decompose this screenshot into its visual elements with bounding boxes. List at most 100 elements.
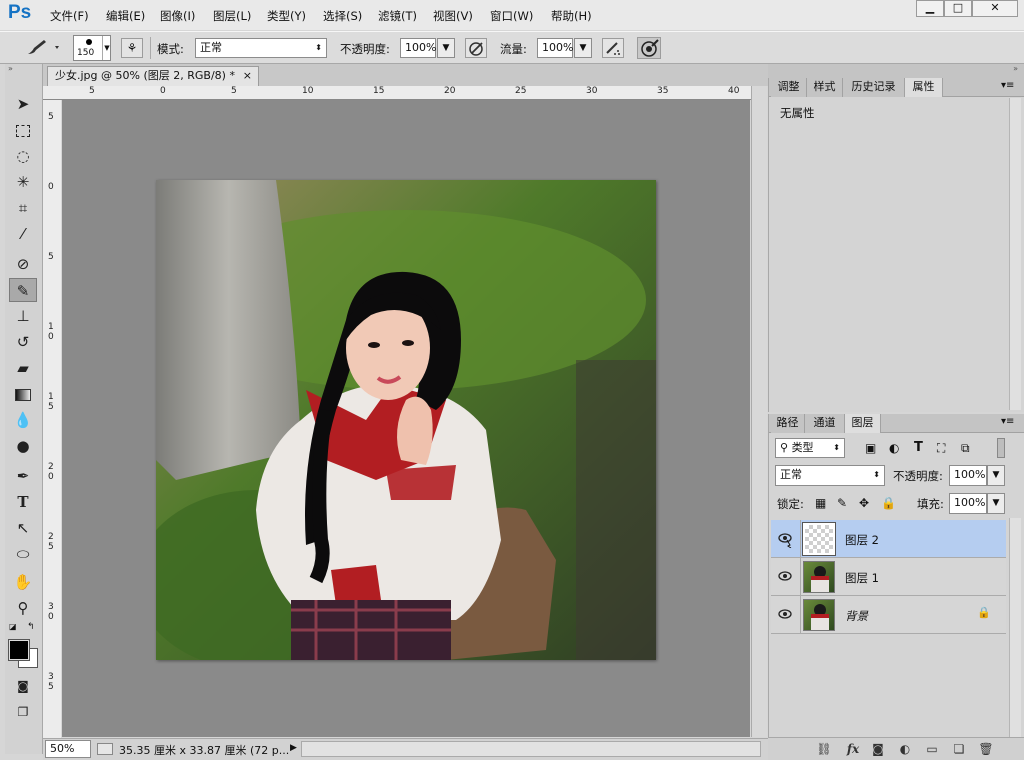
brush-tool[interactable]: ✎ bbox=[9, 278, 37, 302]
lasso-tool[interactable]: ◌ bbox=[9, 144, 37, 168]
quick-mask-button[interactable]: ◙ bbox=[9, 674, 37, 698]
layer-style-icon[interactable]: fx bbox=[845, 742, 861, 756]
type-tool[interactable]: T bbox=[9, 490, 37, 514]
new-layer-icon[interactable]: ❏ bbox=[951, 742, 967, 756]
blur-tool[interactable]: 💧 bbox=[9, 408, 37, 432]
link-layers-icon[interactable]: ⛓ bbox=[816, 742, 832, 756]
pressure-size-button[interactable] bbox=[637, 37, 661, 59]
minimize-button[interactable]: ▁ bbox=[916, 0, 944, 17]
visibility-toggle[interactable] bbox=[771, 596, 801, 634]
tab-layers[interactable]: 图层 bbox=[845, 414, 881, 433]
tab-properties[interactable]: 属性 bbox=[905, 78, 943, 97]
layer-opacity-dropdown[interactable]: ▼ bbox=[987, 465, 1005, 486]
history-brush-tool[interactable]: ↺ bbox=[9, 330, 37, 354]
crop-tool[interactable]: ⌗ bbox=[9, 196, 37, 220]
maximize-button[interactable]: □ bbox=[944, 0, 972, 17]
menu-filter[interactable]: 滤镜(T) bbox=[378, 8, 417, 24]
panel-menu-icon[interactable]: ▾≡ bbox=[1001, 416, 1014, 427]
menu-image[interactable]: 图像(I) bbox=[160, 8, 195, 24]
tab-history[interactable]: 历史记录 bbox=[843, 78, 905, 97]
gradient-tool[interactable] bbox=[9, 382, 37, 406]
airbrush-button[interactable] bbox=[602, 38, 624, 58]
lock-position-icon[interactable]: ✥ bbox=[859, 496, 869, 510]
menu-edit[interactable]: 编辑(E) bbox=[106, 8, 145, 24]
filter-shape-icon[interactable]: ⛶ bbox=[937, 441, 945, 456]
pen-tool[interactable]: ✒ bbox=[9, 464, 37, 488]
pressure-opacity-button[interactable] bbox=[465, 38, 487, 58]
filter-adjustment-icon[interactable]: ◐ bbox=[889, 441, 899, 455]
collapse-icon[interactable]: » bbox=[1013, 64, 1018, 73]
filter-pixel-icon[interactable]: ▣ bbox=[865, 441, 876, 455]
properties-scrollbar[interactable] bbox=[1009, 98, 1021, 410]
clone-stamp-tool[interactable]: ⊥ bbox=[9, 304, 37, 328]
layer-row-background[interactable]: 背景 🔒 bbox=[771, 596, 1006, 634]
lock-pixels-icon[interactable]: ✎ bbox=[837, 496, 847, 510]
adjustment-layer-icon[interactable]: ◐ bbox=[897, 742, 913, 756]
zoom-tool[interactable]: ⚲ bbox=[9, 596, 37, 620]
visibility-toggle[interactable] bbox=[771, 558, 801, 596]
ellipse-tool[interactable]: ⬭ bbox=[9, 542, 37, 566]
menu-help[interactable]: 帮助(H) bbox=[551, 8, 592, 24]
sponge-tool[interactable]: ● bbox=[9, 434, 37, 458]
layer-name[interactable]: 背景 bbox=[845, 608, 868, 624]
default-colors-icon[interactable]: ◪ bbox=[9, 622, 19, 632]
panel-collapse-bar[interactable]: » bbox=[768, 64, 1024, 78]
fill-input[interactable]: 100% bbox=[949, 493, 987, 514]
menu-window[interactable]: 窗口(W) bbox=[490, 8, 533, 24]
vertical-scrollbar[interactable] bbox=[751, 86, 767, 737]
move-tool[interactable]: ➤ bbox=[9, 92, 37, 116]
tab-styles[interactable]: 样式 bbox=[807, 78, 843, 97]
toolbox-collapse-icon[interactable]: » bbox=[5, 64, 42, 76]
layers-scrollbar[interactable] bbox=[1009, 518, 1021, 738]
zoom-input[interactable]: 50% bbox=[45, 740, 91, 758]
trash-icon[interactable]: 🗑 bbox=[978, 742, 994, 756]
brush-panel-toggle[interactable]: ⚘ bbox=[121, 38, 143, 58]
add-mask-icon[interactable]: ◙ bbox=[870, 742, 886, 756]
lock-all-icon[interactable]: 🔒 bbox=[881, 496, 896, 510]
menu-type[interactable]: 类型(Y) bbox=[267, 8, 306, 24]
tab-adjustments[interactable]: 调整 bbox=[771, 78, 807, 97]
document-photo[interactable] bbox=[156, 180, 656, 660]
tab-channels[interactable]: 通道 bbox=[805, 414, 845, 433]
eraser-tool[interactable]: ▰ bbox=[9, 356, 37, 380]
filter-smart-object-icon[interactable]: ⧉ bbox=[961, 441, 970, 456]
flow-dropdown[interactable]: ▼ bbox=[574, 38, 592, 58]
foreground-color-swatch[interactable] bbox=[8, 639, 30, 661]
filter-type-icon[interactable]: T bbox=[914, 440, 923, 455]
opacity-input[interactable]: 100% bbox=[400, 38, 436, 58]
mode-select[interactable]: 正常 ⬍ bbox=[195, 38, 327, 58]
lock-transparent-icon[interactable]: ▦ bbox=[815, 496, 826, 510]
path-selection-tool[interactable]: ↖ bbox=[9, 516, 37, 540]
healing-brush-tool[interactable]: ⊘ bbox=[9, 252, 37, 276]
close-icon[interactable]: × bbox=[243, 67, 252, 85]
marquee-tool[interactable] bbox=[9, 118, 37, 142]
brush-size-picker[interactable]: 150 ▼ bbox=[73, 35, 111, 61]
swap-colors-icon[interactable]: ↰ bbox=[27, 622, 37, 632]
group-folder-icon[interactable]: ▭ bbox=[924, 742, 940, 756]
menu-layer[interactable]: 图层(L) bbox=[213, 8, 251, 24]
hand-tool[interactable]: ✋ bbox=[9, 570, 37, 594]
filter-toggle[interactable] bbox=[997, 438, 1005, 458]
document-tab[interactable]: 少女.jpg @ 50% (图层 2, RGB/8) * × bbox=[47, 66, 259, 86]
magic-wand-tool[interactable]: ✳ bbox=[9, 170, 37, 194]
screen-mode-button[interactable]: ❐ bbox=[9, 700, 37, 724]
tab-paths[interactable]: 路径 bbox=[771, 414, 805, 433]
eyedropper-tool[interactable]: ⁄ bbox=[9, 222, 37, 246]
layer-row-layer2[interactable]: 图层 2 bbox=[771, 520, 1006, 558]
visibility-toggle[interactable] bbox=[771, 520, 801, 558]
close-button[interactable]: ✕ bbox=[972, 0, 1018, 17]
panel-menu-icon[interactable]: ▾≡ bbox=[1001, 80, 1014, 91]
menu-select[interactable]: 选择(S) bbox=[323, 8, 362, 24]
opacity-dropdown[interactable]: ▼ bbox=[437, 38, 455, 58]
tool-preset-picker[interactable] bbox=[24, 38, 64, 58]
layer-row-layer1[interactable]: 图层 1 bbox=[771, 558, 1006, 596]
menu-file[interactable]: 文件(F) bbox=[50, 8, 89, 24]
menu-view[interactable]: 视图(V) bbox=[433, 8, 473, 24]
layer-filter-select[interactable]: ⚲ 类型 ⬍ bbox=[775, 438, 845, 458]
layer-name[interactable]: 图层 1 bbox=[845, 570, 879, 586]
layer-opacity-input[interactable]: 100% bbox=[949, 465, 987, 486]
status-arrow-icon[interactable]: ▶ bbox=[290, 743, 297, 753]
blend-mode-select[interactable]: 正常 ⬍ bbox=[775, 465, 885, 486]
layer-name[interactable]: 图层 2 bbox=[845, 532, 879, 548]
flow-input[interactable]: 100% bbox=[537, 38, 573, 58]
